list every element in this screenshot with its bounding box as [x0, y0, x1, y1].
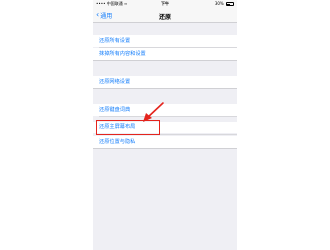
annotation-arrow-icon — [143, 102, 164, 122]
